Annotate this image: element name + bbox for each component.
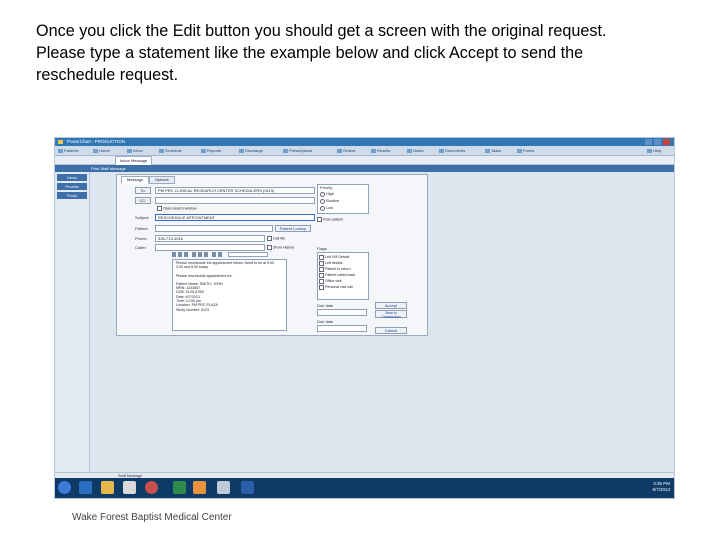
call-me-checkbox[interactable]: Call Me [267,236,285,241]
main-toolbar: Patients Home Inbox Schedule Reports Dis… [55,146,674,156]
footer-text: Wake Forest Baptist Medical Center [72,512,232,523]
toolbar-item[interactable]: Orders [337,147,355,154]
toolbar-item[interactable]: Forms [517,147,534,154]
patient-field[interactable] [155,225,273,232]
formatting-toolbar [172,252,287,258]
patient-label: Patient: [135,226,149,231]
bullet-list-icon[interactable] [212,252,216,257]
due-date-field[interactable] [317,309,367,316]
save-to-chart-button[interactable]: Save to Chart/Action [375,310,407,319]
app-icon [58,140,63,144]
align-center-icon[interactable] [198,252,202,257]
due-date-label-2: Due date [317,319,334,324]
align-left-icon[interactable] [192,252,196,257]
system-tray: 3:35 PM 6/7/2013 [652,481,670,493]
patient-lookup-button[interactable]: Patient Lookup [275,225,311,232]
tab-options[interactable]: Options [149,176,175,184]
caller-label: Caller: [135,245,147,250]
align-right-icon[interactable] [204,252,208,257]
toolbar-item[interactable]: Documents [439,147,465,154]
underline-icon[interactable] [184,252,188,257]
embedded-screenshot: PowerChart - PRODUCTION Patients Home In… [54,137,675,499]
flags-label: Flags [317,246,327,251]
toolbar-item[interactable]: Discharge [239,147,263,154]
app-icon-5[interactable] [173,481,186,494]
cancel-button[interactable]: Cancel [375,327,407,334]
ie-icon[interactable] [79,481,92,494]
flags-list[interactable]: Left VM Details Left details Patient to … [317,252,369,300]
toolbar-item[interactable]: Notes [407,147,423,154]
caption-line-2: Please type a statement like the example… [36,44,584,62]
toolbar-item[interactable]: Help [647,147,661,154]
toolbar-item[interactable]: Home [93,147,110,154]
bold-icon[interactable] [172,252,176,257]
italic-icon[interactable] [178,252,182,257]
tab-message[interactable]: Message [121,176,150,184]
caption-line-1: Once you click the Edit button you shoul… [36,22,607,40]
subject-label: Subject: [135,215,150,220]
phone-label: Phone: [135,236,148,241]
nav-item[interactable]: Proxies [57,183,87,190]
message-dialog: Message Options To: PM PRC CLINICAL RESE… [116,174,428,336]
app-icon-3[interactable] [123,481,136,494]
toolbar-item[interactable]: Results [371,147,390,154]
priority-routine-radio[interactable]: Routine [320,198,339,204]
toolbar-item[interactable]: Prescriptions [283,147,312,154]
caller-field[interactable] [155,244,265,251]
toolbar-item[interactable]: Reports [201,147,221,154]
caption-line-3: reschedule request. [36,66,179,84]
priority-high-radio[interactable]: High [320,191,334,197]
flag-item[interactable]: Personal visit call [319,284,353,290]
window-title: PowerChart - PRODUCTION [67,139,126,144]
due-date-label: Due date [317,303,334,308]
open-search-checkbox[interactable]: Open search window [157,206,197,211]
indent-icon[interactable] [218,252,222,257]
subject-field[interactable]: RESCHEDULE APPOINTMENT [155,214,315,221]
due-date-field-2[interactable] [317,325,367,332]
start-button-icon[interactable] [58,481,71,494]
sub-toolbar: Print Staff Message [55,165,674,172]
to-field[interactable]: PM PRC CLINICAL RESEARCH CENTER SCHEDULE… [155,187,315,194]
maximize-button[interactable] [654,139,661,145]
phone-field[interactable]: 336-713-4916 [155,235,265,242]
app-icon-7[interactable] [217,481,230,494]
nav-item[interactable]: Inbox [57,174,87,181]
font-select[interactable] [228,252,268,257]
toolbar-item[interactable]: Patients [58,147,78,154]
priority-low-radio[interactable]: Low [320,205,333,211]
left-navigation: Inbox Proxies Pools [55,172,90,472]
tray-date: 6/7/2013 [652,487,670,492]
sub-toolbar-text: Print Staff Message [91,166,126,171]
priority-group: Priority High Routine Low [317,184,369,214]
to-button[interactable]: To: [135,187,151,194]
windows-taskbar: 3:35 PM 6/7/2013 [55,478,674,498]
folder-icon[interactable] [101,481,114,494]
body-line: Study Number: 6123 [176,307,209,312]
show-history-checkbox[interactable]: Show History [267,245,294,250]
toolbar-item[interactable]: Inbox [127,147,143,154]
accept-button[interactable]: Accept [375,302,407,309]
nav-item[interactable]: Pools [57,192,87,199]
toolbar-item[interactable]: Tasks [485,147,501,154]
toolbar-item[interactable]: Schedule [159,147,182,154]
app-icon-4[interactable] [145,481,158,494]
instruction-text: Once you click the Edit button you shoul… [36,20,686,86]
minimize-button[interactable] [645,139,652,145]
from-patient-checkbox[interactable]: From patient [317,217,343,222]
word-icon[interactable] [241,481,254,494]
cc-field[interactable] [155,197,315,204]
app-icon-6[interactable] [193,481,206,494]
message-body[interactable]: Please reschedule the appointment below.… [172,259,287,331]
close-button[interactable] [663,139,670,145]
workspace: Message Options To: PM PRC CLINICAL RESE… [90,172,674,472]
window-titlebar: PowerChart - PRODUCTION [55,138,674,146]
cc-button[interactable]: CC: [135,197,151,204]
